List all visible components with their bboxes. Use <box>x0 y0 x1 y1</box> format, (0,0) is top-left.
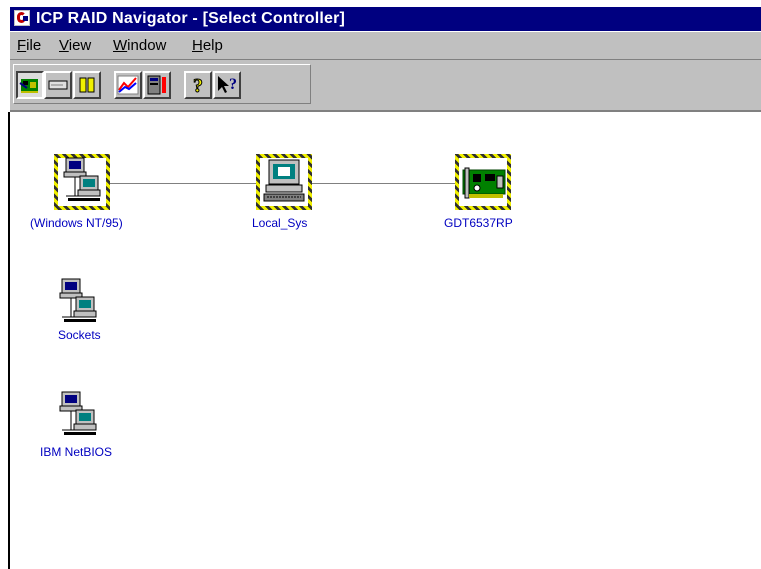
menu-help[interactable]: Help <box>192 37 223 55</box>
node-label: (Windows NT/95) <box>30 216 123 230</box>
connection-line <box>312 183 457 184</box>
title-bar[interactable]: ICP RAID Navigator - [Select Controller] <box>10 7 761 31</box>
context-help-button[interactable]: ? <box>213 71 241 99</box>
monitor-icon <box>147 75 166 95</box>
network-computers-icon[interactable] <box>54 388 110 444</box>
monitor-button[interactable] <box>143 71 171 99</box>
logical-drive-icon <box>48 80 68 90</box>
computer-icon[interactable] <box>256 154 312 210</box>
node-label: GDT6537RP <box>444 216 513 230</box>
host-drives-icon <box>79 77 95 93</box>
select-controller-button[interactable] <box>16 71 44 99</box>
statistics-button[interactable] <box>114 71 142 99</box>
network-computers-icon[interactable] <box>54 275 110 331</box>
menu-bar: File View Window Help <box>10 32 761 60</box>
menu-file[interactable]: File <box>17 37 41 55</box>
svg-text:?: ? <box>229 76 237 93</box>
raid-controller-card-icon[interactable] <box>455 154 511 210</box>
network-computers-icon[interactable] <box>54 154 110 210</box>
help-question-icon: ? <box>193 75 204 98</box>
connection-line <box>110 183 258 184</box>
node-label: Local_Sys <box>252 216 308 230</box>
svg-text:?: ? <box>193 75 203 97</box>
toolbar: ? ? <box>10 60 761 112</box>
node-label: IBM NetBIOS <box>40 445 113 459</box>
context-help-icon: ? <box>218 76 237 93</box>
host-drives-button[interactable] <box>73 71 101 99</box>
select-controller-icon <box>19 79 38 93</box>
logical-drive-button[interactable] <box>44 71 72 99</box>
menu-view[interactable]: View <box>59 37 91 55</box>
menu-window[interactable]: Window <box>113 37 166 55</box>
help-button[interactable]: ? <box>184 71 212 99</box>
window-title: ICP RAID Navigator - [Select Controller] <box>36 10 346 27</box>
node-label: Sockets <box>58 328 101 342</box>
app-logo-icon[interactable] <box>14 10 30 26</box>
app-window: ICP RAID Navigator - [Select Controller]… <box>0 0 761 569</box>
statistics-chart-icon <box>117 75 139 95</box>
controller-tree-canvas[interactable]: (Windows NT/95) Local_Sys GDT6537RP Sock… <box>8 112 761 569</box>
